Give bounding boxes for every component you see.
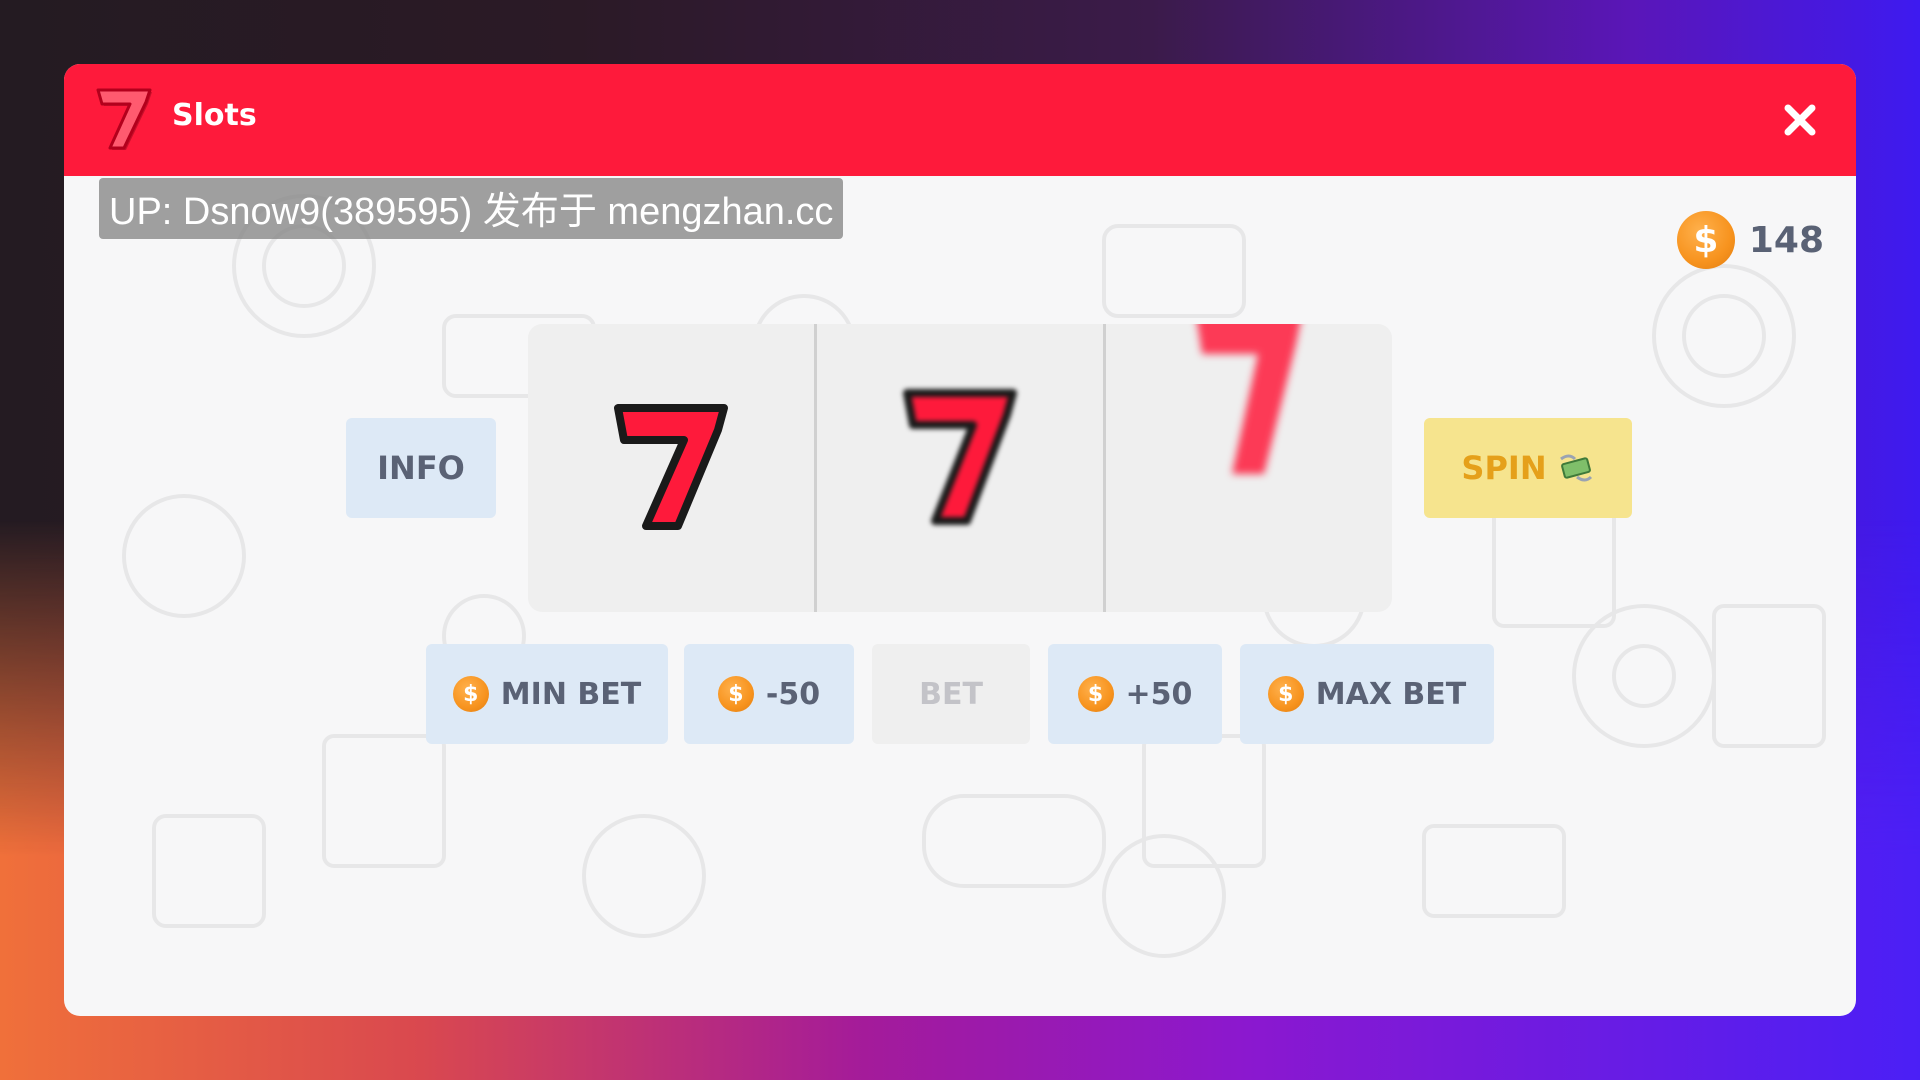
modal-header: Slots [64,64,1856,176]
max-bet-label: MAX BET [1315,676,1467,712]
reel-1 [528,324,814,612]
bet-display: BET [872,644,1030,744]
increase-bet-button[interactable]: $ +50 [1048,644,1222,744]
money-wings-icon [1559,454,1592,482]
spin-button[interactable]: SPIN [1424,418,1632,518]
min-bet-label: MIN BET [500,676,642,712]
decrease-bet-label: -50 [765,676,821,712]
balance-value: 148 [1748,219,1824,261]
watermark-text: UP: Dsnow9(389595) 发布于 mengzhan.cc [99,178,844,239]
seven-symbol-icon [1197,324,1300,474]
close-icon[interactable] [1778,98,1822,142]
coin-icon: $ [717,676,754,712]
spin-label: SPIN [1461,449,1547,487]
seven-symbol-icon [614,404,728,530]
reel-2 [814,324,1103,612]
slot-reels [528,324,1392,612]
reel-3 [1103,324,1392,612]
coin-icon: $ [452,676,489,712]
lucky-seven-icon [96,88,152,150]
slots-modal: Slots UP: Dsnow9(389595) 发布于 mengzhan.cc… [64,64,1856,1016]
decrease-bet-button[interactable]: $ -50 [684,644,854,744]
coin-icon: $ [1676,211,1735,269]
coin-balance: $ 148 [1676,208,1824,272]
min-bet-button[interactable]: $ MIN BET [426,644,668,744]
seven-symbol-icon [903,389,1017,525]
coin-icon: $ [1077,676,1114,712]
info-button[interactable]: INFO [346,418,496,518]
increase-bet-label: +50 [1125,676,1193,712]
max-bet-button[interactable]: $ MAX BET [1240,644,1494,744]
coin-icon: $ [1267,676,1304,712]
modal-title: Slots [172,98,257,133]
